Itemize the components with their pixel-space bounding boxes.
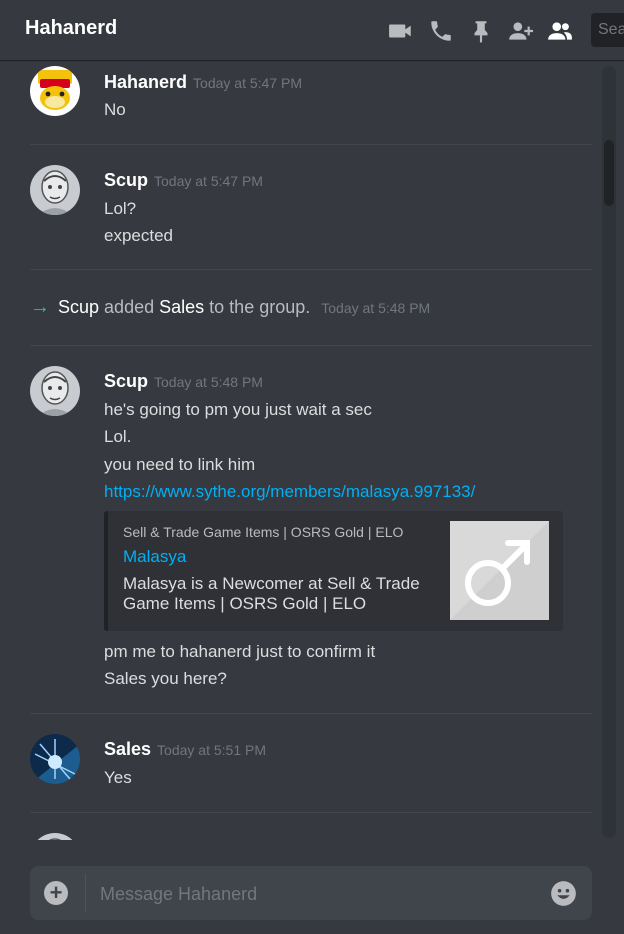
- message-text: Lol?: [104, 199, 137, 218]
- message-list: Hahanerd Today at 5:47 PM No Scup Today at…: [0, 60, 600, 840]
- system-verb: added: [104, 297, 155, 317]
- message-divider: [30, 144, 592, 145]
- avatar[interactable]: [30, 366, 80, 416]
- message-divider: [30, 812, 592, 813]
- male-symbol-icon: [450, 521, 549, 620]
- embed-thumbnail[interactable]: [450, 521, 549, 620]
- avatar[interactable]: [30, 165, 80, 215]
- message-timestamp: Today at 5:48 PM: [321, 300, 431, 316]
- composer-divider: [85, 874, 86, 912]
- pinned-messages-icon[interactable]: [468, 18, 494, 44]
- search-input[interactable]: Search: [591, 13, 624, 47]
- add-friend-icon[interactable]: [507, 18, 533, 44]
- channel-title: Hahanerd: [25, 17, 118, 39]
- avatar[interactable]: [30, 66, 80, 116]
- message-text: Lol.: [104, 427, 132, 446]
- system-suffix: to the group.: [209, 297, 311, 317]
- system-target[interactable]: Sales: [159, 297, 204, 317]
- message-text: Sales you here?: [104, 669, 227, 688]
- message-text: you need to link him: [104, 455, 256, 474]
- message-text: pm me to hahanerd just to confirm it: [104, 642, 376, 661]
- message-text: he's going to pm you just wait a sec: [104, 400, 372, 419]
- avatar[interactable]: [30, 734, 80, 784]
- embed-provider: Sell & Trade Game Items | OSRS Gold | EL…: [123, 524, 404, 540]
- avatar[interactable]: [30, 833, 80, 840]
- message-text: No: [104, 100, 126, 119]
- arrow-right-icon: →: [30, 296, 50, 318]
- message-timestamp: Today at 5:51 PM: [157, 742, 266, 758]
- system-actor[interactable]: Scup: [58, 297, 99, 317]
- video-call-icon[interactable]: [388, 18, 414, 44]
- message-timestamp: Today at 5:48 PM: [154, 374, 263, 390]
- message-link[interactable]: https://www.sythe.org/members/malasya.99…: [104, 482, 475, 502]
- embed-title[interactable]: Malasya: [123, 547, 186, 567]
- system-message: → Scup added Sales to the group. Today at…: [30, 296, 430, 319]
- scrollbar-thumb[interactable]: [604, 140, 614, 206]
- message-author[interactable]: Scup Today at 5:47 PM: [104, 170, 263, 191]
- upload-plus-icon[interactable]: +: [44, 881, 68, 905]
- message-text: expected: [104, 226, 173, 245]
- embed-description: Malasya is a Newcomer at Sell & Trade Ga…: [123, 574, 420, 613]
- message-divider: [30, 345, 592, 346]
- message-timestamp: Today at 5:47 PM: [154, 173, 263, 189]
- search-placeholder: Search: [598, 21, 624, 38]
- message-input[interactable]: [98, 866, 542, 922]
- message-divider: [30, 269, 592, 270]
- link-embed: Sell & Trade Game Items | OSRS Gold | EL…: [104, 511, 563, 631]
- message-author[interactable]: Sales Today at 5:51 PM: [104, 739, 266, 760]
- message-composer: +: [30, 866, 592, 922]
- emoji-icon[interactable]: [550, 880, 577, 907]
- member-list-icon[interactable]: [547, 18, 573, 44]
- message-divider: [30, 713, 592, 714]
- voice-call-icon[interactable]: [428, 18, 454, 44]
- message-author[interactable]: Scup Today at 5:48 PM: [104, 371, 263, 392]
- message-timestamp: Today at 5:47 PM: [193, 75, 302, 91]
- message-author[interactable]: Hahanerd Today at 5:47 PM: [104, 72, 302, 93]
- message-text: Yes: [104, 768, 132, 787]
- channel-header: Hahanerd Search: [0, 0, 624, 60]
